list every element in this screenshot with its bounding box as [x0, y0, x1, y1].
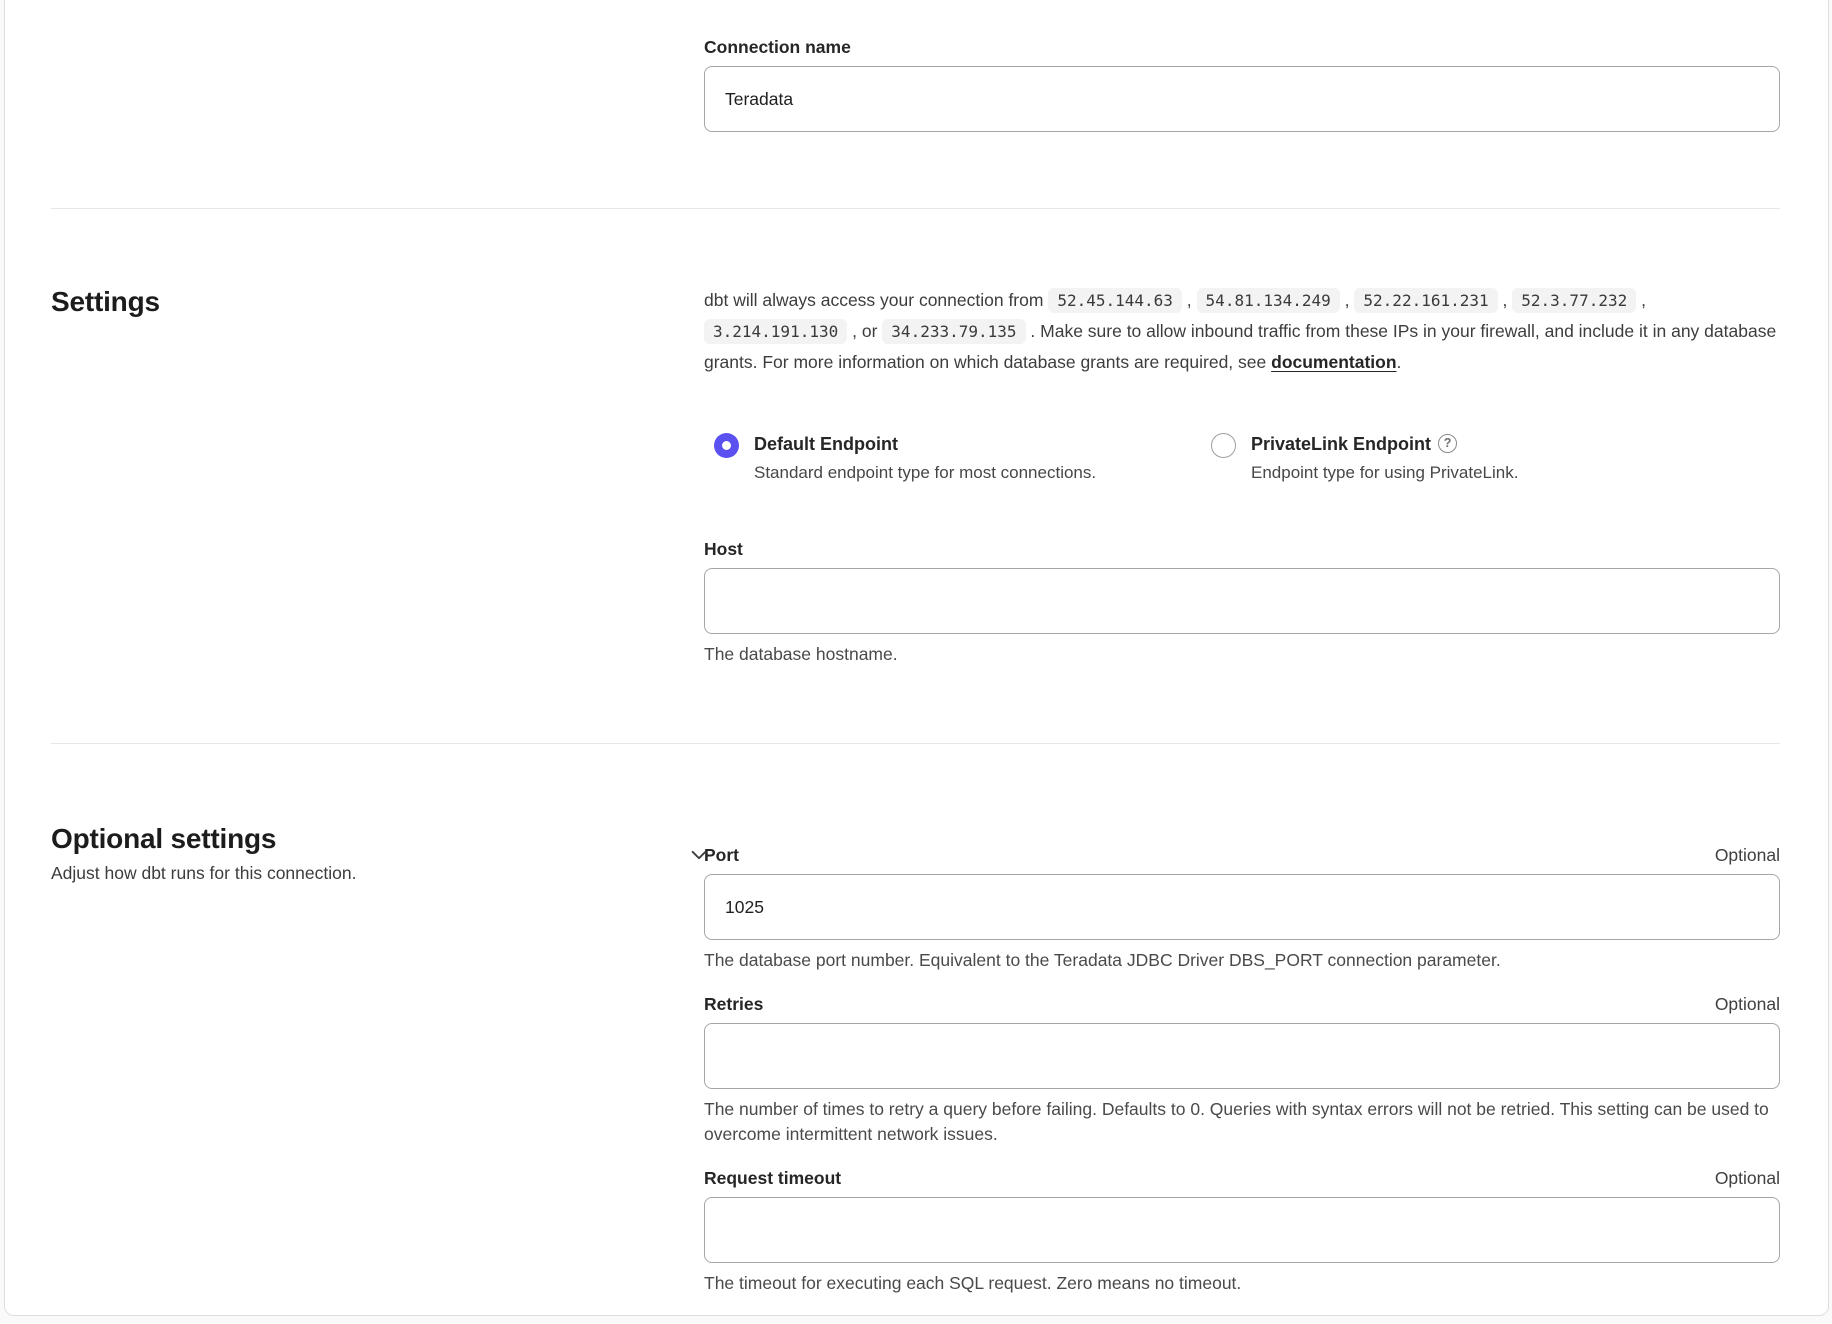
default-endpoint-radio[interactable] [714, 433, 739, 458]
ip-separator: , [1503, 290, 1508, 310]
optional-badge: Optional [1715, 994, 1780, 1015]
ip-or-word: or [862, 321, 878, 341]
connection-settings-card: Connection name Settings dbt will always… [4, 0, 1829, 1316]
ip-separator: , [1345, 290, 1350, 310]
port-field: Port Optional The database port number. … [704, 843, 1780, 973]
documentation-link[interactable]: documentation [1271, 352, 1396, 372]
optional-badge: Optional [1715, 1168, 1780, 1189]
ip-address-chip: 34.233.79.135 [882, 319, 1025, 344]
privatelink-endpoint-option[interactable]: PrivateLink Endpoint? Endpoint type for … [1211, 432, 1518, 485]
connection-name-input[interactable] [704, 66, 1780, 132]
ip-separator: , [852, 321, 857, 341]
host-helper-text: The database hostname. [704, 642, 1780, 667]
optional-settings-subtitle: Adjust how dbt runs for this connection. [51, 860, 704, 886]
ip-paragraph-period: . [1397, 352, 1402, 372]
host-field: Host The database hostname. [704, 537, 1780, 667]
ip-paragraph-intro: dbt will always access your connection f… [704, 290, 1043, 310]
default-endpoint-option[interactable]: Default Endpoint Standard endpoint type … [714, 432, 1211, 485]
privatelink-endpoint-description: Endpoint type for using PrivateLink. [1251, 461, 1518, 485]
request-timeout-helper-text: The timeout for executing each SQL reque… [704, 1271, 1780, 1296]
port-helper-text: The database port number. Equivalent to … [704, 948, 1780, 973]
chevron-down-icon[interactable] [688, 844, 710, 866]
port-input[interactable] [704, 874, 1780, 940]
retries-input[interactable] [704, 1023, 1780, 1089]
connection-name-label: Connection name [704, 35, 1780, 59]
endpoint-radio-group: Default Endpoint Standard endpoint type … [714, 432, 1780, 485]
host-label: Host [704, 537, 1780, 561]
connection-name-left-spacer [51, 35, 704, 132]
settings-section: Settings dbt will always access your con… [5, 209, 1828, 743]
ip-allowlist-paragraph: dbt will always access your connection f… [704, 285, 1780, 378]
ip-separator: , [1187, 290, 1192, 310]
connection-name-section: Connection name [5, 0, 1828, 208]
optional-badge: Optional [1715, 845, 1780, 866]
retries-helper-text: The number of times to retry a query bef… [704, 1097, 1780, 1147]
help-icon[interactable]: ? [1438, 434, 1457, 453]
retries-field: Retries Optional The number of times to … [704, 992, 1780, 1147]
ip-separator: , [1641, 290, 1646, 310]
ip-address-chip: 54.81.134.249 [1197, 288, 1340, 313]
request-timeout-input[interactable] [704, 1197, 1780, 1263]
ip-address-chip: 52.45.144.63 [1048, 288, 1182, 313]
request-timeout-field: Request timeout Optional The timeout for… [704, 1166, 1780, 1296]
ip-address-chip: 52.22.161.231 [1354, 288, 1497, 313]
optional-settings-heading: Optional settings [51, 822, 704, 856]
ip-address-chip: 52.3.77.232 [1512, 288, 1636, 313]
default-endpoint-label: Default Endpoint [754, 432, 898, 457]
privatelink-endpoint-radio[interactable] [1211, 433, 1236, 458]
host-input[interactable] [704, 568, 1780, 634]
optional-settings-section: Optional settings Adjust how dbt runs fo… [5, 744, 1828, 1324]
settings-heading: Settings [51, 285, 704, 319]
privatelink-endpoint-label: PrivateLink Endpoint [1251, 432, 1431, 457]
request-timeout-label: Request timeout [704, 1166, 841, 1190]
ip-address-chip: 3.214.191.130 [704, 319, 847, 344]
retries-label: Retries [704, 992, 763, 1016]
default-endpoint-description: Standard endpoint type for most connecti… [754, 461, 1096, 485]
